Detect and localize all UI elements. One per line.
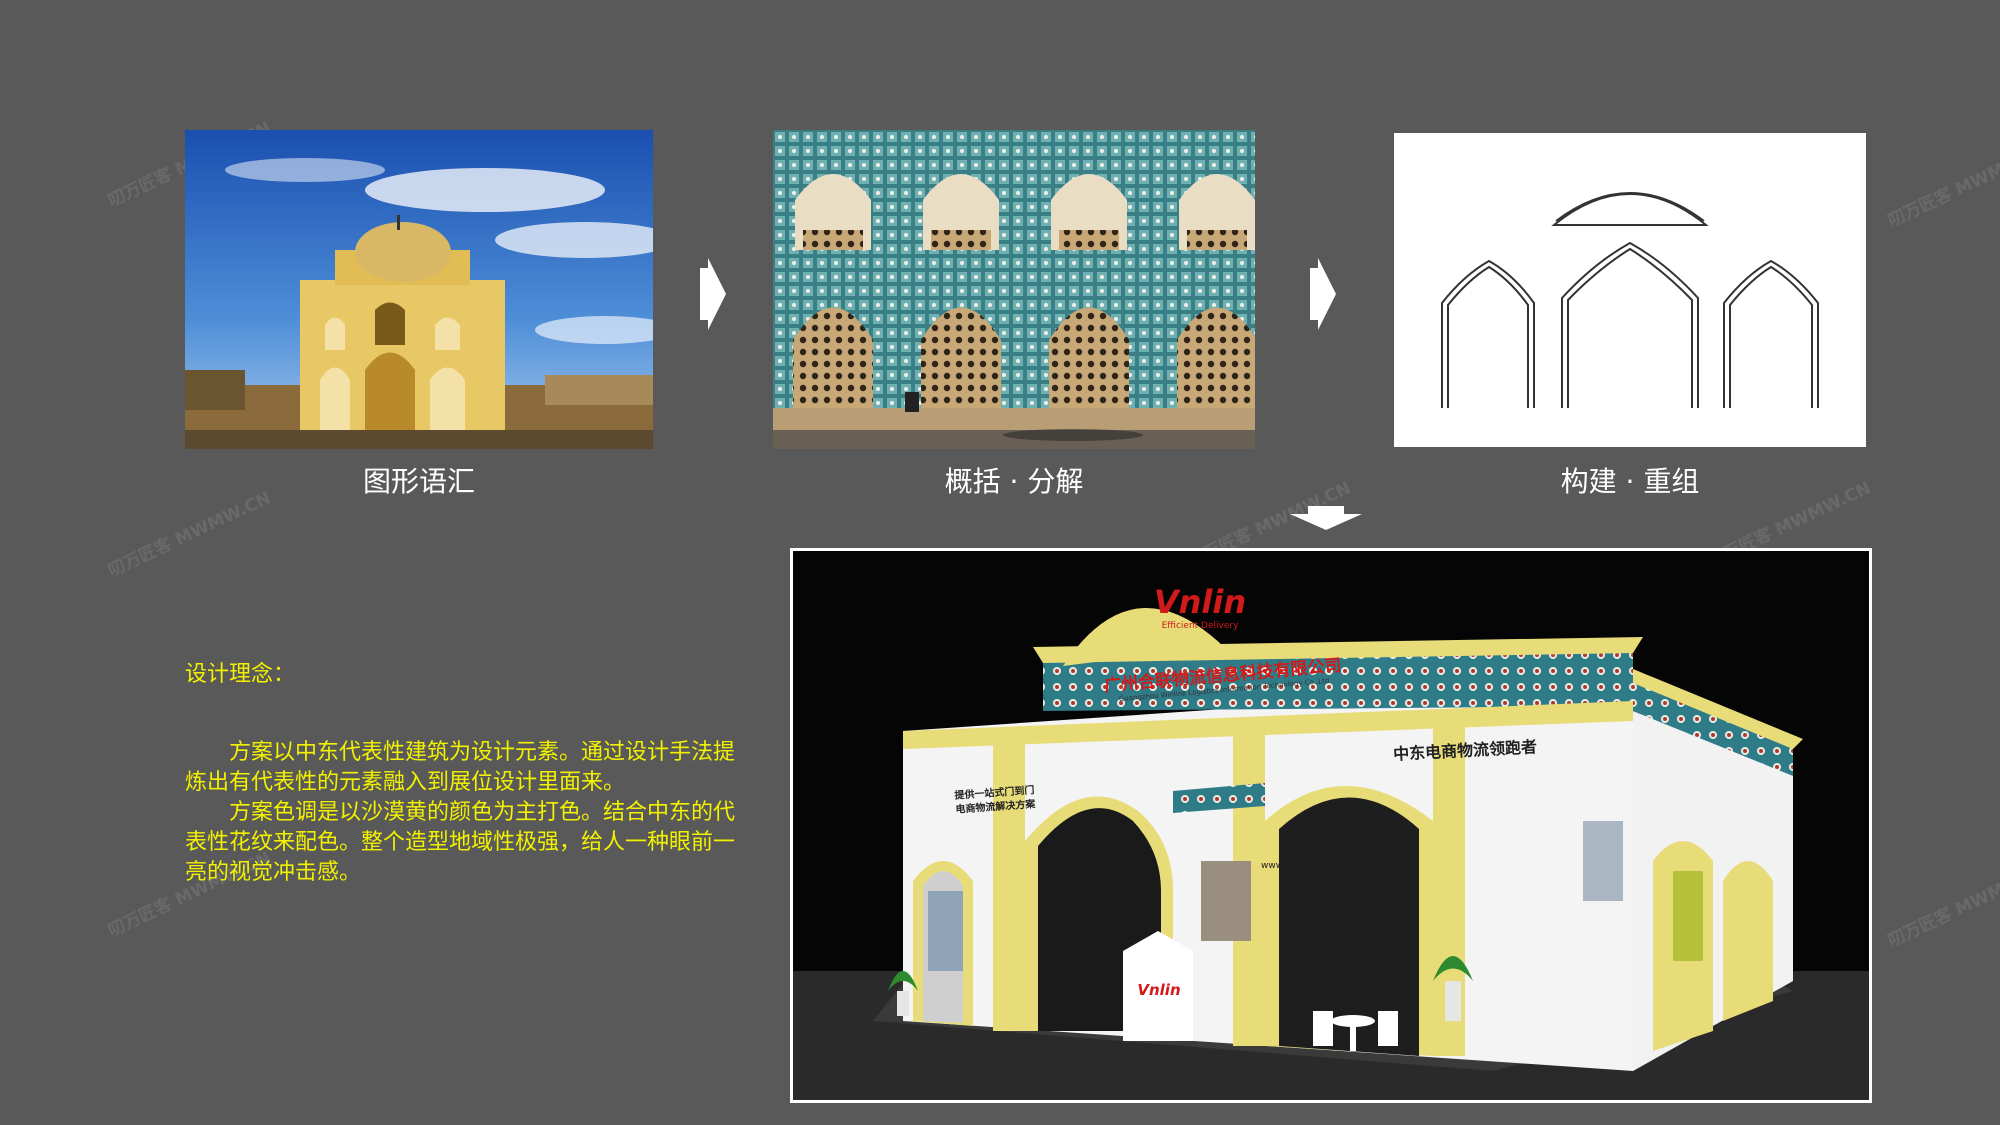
caption-construct-recombine: 构建 · 重组: [1560, 465, 1700, 498]
caption-graphic-vocabulary: 图形语汇: [362, 465, 475, 498]
arch-sketch: [1394, 133, 1866, 447]
arrow-right-icon: [1310, 258, 1336, 330]
watermark: 叨万匠客 MWMW.CN: [1885, 858, 2000, 952]
booth-rendering: Vnlin Efficient Delivery 广州合联物流信息科技有限公司 …: [790, 548, 1872, 1103]
watermark: 叨万匠客 MWMW.CN: [1885, 138, 2000, 232]
mosque-photo: [185, 130, 653, 449]
booth-website: www.winlinklogistics.com: [1261, 861, 1376, 871]
booth-left-sign: 提供一站式门到门 电商物流解决方案: [954, 785, 1036, 816]
arrow-down-icon: [1290, 506, 1362, 530]
concept-paragraph: 方案色调是以沙漠黄的颜色为主打色。结合中东的代表性花纹来配色。整个造型地域性极强…: [185, 800, 736, 885]
concept-paragraph: 方案以中东代表性建筑为设计元素。通过设计手法提炼出有代表性的元素融入到展位设计里…: [185, 740, 736, 795]
caption-summarize-decompose: 概括 · 分解: [944, 465, 1084, 498]
concept-title: 设计理念：: [185, 662, 296, 687]
arrow-right-icon: [700, 258, 726, 330]
design-concept: 设计理念： 方案以中东代表性建筑为设计元素。通过设计手法提炼出有代表性的元素融入…: [185, 656, 735, 888]
booth-counter-logo: Vnlin: [1137, 981, 1181, 999]
tile-arches-photo: [773, 130, 1255, 449]
booth-logo: Vnlin Efficient Delivery: [1145, 583, 1255, 631]
booth-logo-text: Vnlin: [1153, 583, 1247, 621]
booth-logo-subtitle: Efficient Delivery: [1161, 621, 1239, 631]
